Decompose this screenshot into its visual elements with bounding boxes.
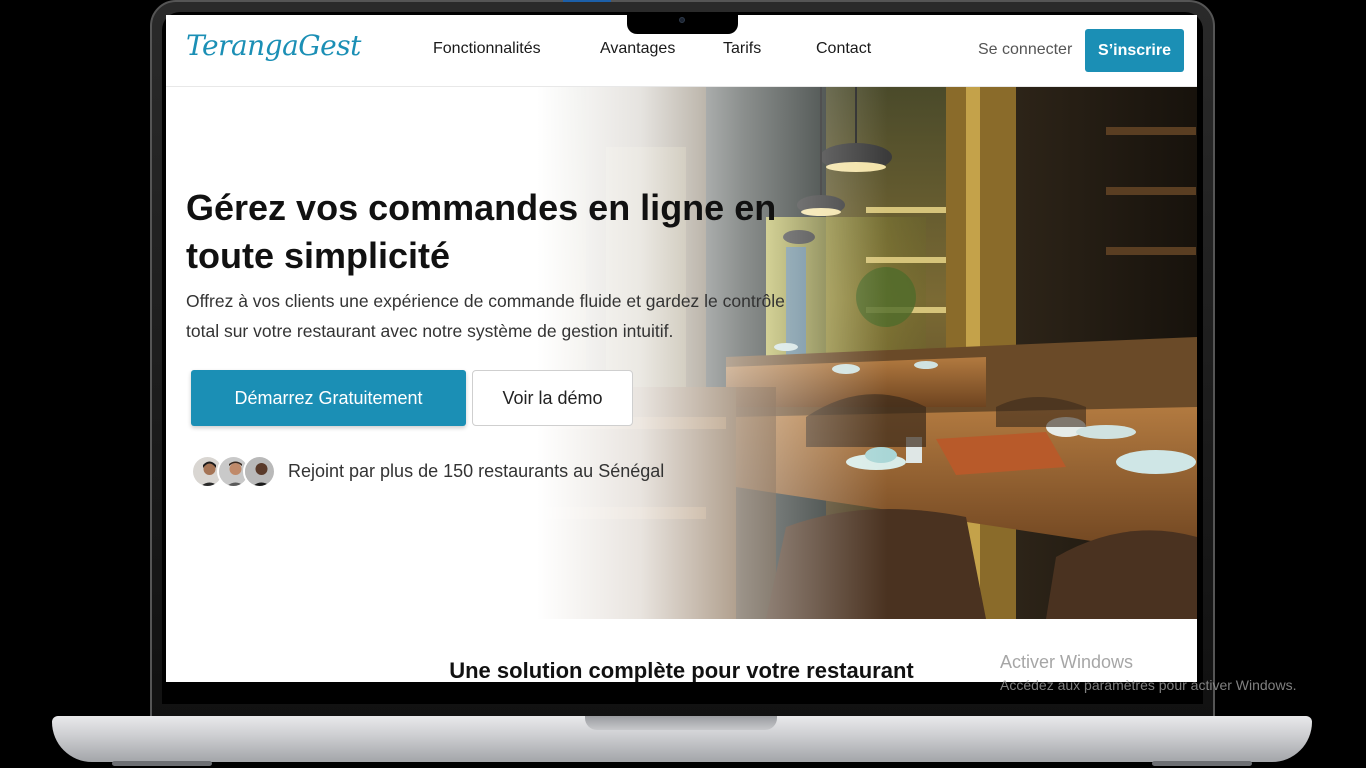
social-proof-text: Rejoint par plus de 150 restaurants au S… <box>288 461 665 481</box>
watch-demo-button[interactable]: Voir la démo <box>472 370 633 426</box>
login-link[interactable]: Se connecter <box>978 41 1072 59</box>
windows-activation-title: Activer Windows <box>1000 652 1134 672</box>
hero-subtitle: Offrez à vos clients une expérience de c… <box>186 291 785 341</box>
customer-avatars <box>191 455 277 489</box>
start-free-button[interactable]: Démarrez Gratuitement <box>191 370 466 426</box>
site-logo[interactable]: TerangaGest <box>186 29 361 62</box>
hero-title: Gérez vos commandes en ligne en toute si… <box>186 187 777 276</box>
base-opening-groove <box>585 716 777 730</box>
signup-button[interactable]: S’inscrire <box>1085 29 1184 72</box>
hero-gradient-overlay <box>166 87 1197 619</box>
camera-notch <box>627 14 738 34</box>
nav-link-fonctionnalites[interactable]: Fonctionnalités <box>433 40 541 58</box>
browser-viewport: TerangaGest Fonctionnalités Avantages Ta… <box>166 15 1197 682</box>
nav-link-tarifs[interactable]: Tarifs <box>723 40 761 58</box>
camera-icon <box>679 17 685 23</box>
nav-link-contact[interactable]: Contact <box>816 40 871 58</box>
lid-top-accent <box>563 0 611 2</box>
nav-link-avantages[interactable]: Avantages <box>600 40 675 58</box>
avatar <box>243 455 276 488</box>
hero-section: Gérez vos commandes en ligne en toute si… <box>166 87 1197 619</box>
person-avatar-icon <box>245 457 274 486</box>
windows-activation-subtitle: Accédez aux paramètres pour activer Wind… <box>1000 677 1297 693</box>
laptop-base <box>52 716 1312 766</box>
base-foot-right <box>1152 761 1252 766</box>
base-foot-left <box>112 761 212 766</box>
